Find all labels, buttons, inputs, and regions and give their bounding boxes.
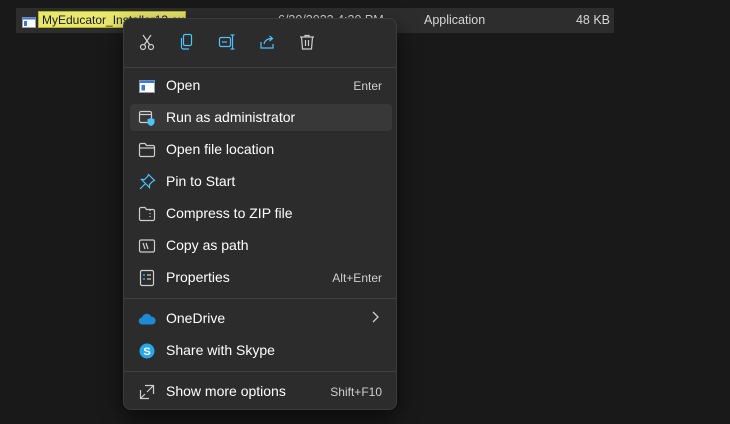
zip-folder-icon	[138, 205, 156, 223]
shield-window-icon	[138, 109, 156, 127]
quick-actions-bar	[124, 25, 396, 61]
menu-item-label: Show more options	[166, 383, 286, 399]
file-size: 48 KB	[575, 13, 610, 27]
expand-icon	[138, 383, 156, 401]
menu-item-open[interactable]: Open Enter	[130, 72, 392, 99]
menu-item-label: Open	[166, 77, 201, 93]
menu-item-onedrive[interactable]: OneDrive	[130, 305, 392, 332]
skype-icon: S	[138, 342, 156, 360]
menu-item-label: OneDrive	[166, 310, 226, 326]
menu-item-label: Pin to Start	[166, 173, 236, 189]
menu-item-open-file-location[interactable]: Open file location	[130, 136, 392, 163]
chevron-right-icon	[370, 310, 380, 329]
properties-icon	[138, 269, 156, 287]
share-button[interactable]	[250, 25, 284, 59]
menu-item-show-more-options[interactable]: Show more options Shift+F10	[130, 378, 392, 405]
shortcut-text: Enter	[353, 79, 382, 93]
application-icon	[138, 77, 156, 95]
file-type: Application	[424, 13, 486, 27]
shortcut-text: Shift+F10	[330, 385, 382, 399]
folder-icon	[138, 141, 156, 159]
trash-icon	[300, 34, 314, 50]
menu-separator	[124, 371, 396, 372]
context-menu: Open Enter Run as administrator Open fil…	[123, 18, 397, 410]
onedrive-cloud-icon	[138, 310, 156, 328]
rename-button[interactable]	[210, 25, 244, 59]
copy-button[interactable]	[170, 25, 204, 59]
application-icon	[22, 15, 36, 33]
svg-text:S: S	[143, 346, 150, 358]
share-icon	[260, 35, 274, 49]
menu-item-properties[interactable]: Properties Alt+Enter	[130, 264, 392, 291]
shortcut-text: Alt+Enter	[332, 271, 382, 285]
menu-item-compress-zip[interactable]: Compress to ZIP file	[130, 200, 392, 227]
pin-icon	[138, 173, 156, 191]
copy-icon	[180, 33, 193, 50]
menu-item-label: Open file location	[166, 141, 275, 157]
cut-button[interactable]	[130, 25, 164, 59]
menu-item-run-as-administrator[interactable]: Run as administrator	[130, 104, 392, 131]
menu-separator	[124, 67, 396, 68]
menu-item-copy-as-path[interactable]: Copy as path	[130, 232, 392, 259]
scissors-icon	[139, 34, 155, 51]
rename-icon	[218, 34, 235, 50]
menu-item-share-with-skype[interactable]: S Share with Skype	[130, 337, 392, 364]
path-icon	[138, 237, 156, 255]
menu-item-label: Compress to ZIP file	[166, 205, 293, 221]
menu-item-label: Share with Skype	[166, 342, 275, 358]
menu-separator	[124, 298, 396, 299]
delete-button[interactable]	[290, 25, 324, 59]
menu-item-label: Copy as path	[166, 237, 249, 253]
menu-item-label: Run as administrator	[166, 109, 296, 125]
menu-item-label: Properties	[166, 269, 230, 285]
menu-item-pin-to-start[interactable]: Pin to Start	[130, 168, 392, 195]
